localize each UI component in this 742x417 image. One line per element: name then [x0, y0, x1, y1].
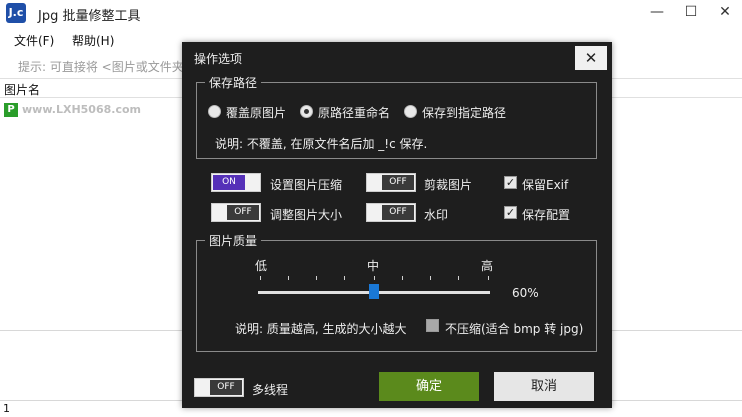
radio-rename[interactable]: 原路径重命名: [300, 104, 400, 120]
slider-tick: [430, 276, 431, 280]
quality-low-label: 低: [255, 259, 268, 273]
toggle-resize-state: OFF: [227, 205, 259, 220]
quality-legend: 图片质量: [205, 232, 262, 249]
toggle-compress[interactable]: ON: [211, 173, 261, 192]
slider-tick: [344, 276, 345, 280]
window-title: Jpg 批量修整工具: [38, 9, 141, 24]
cancel-button[interactable]: 取消: [494, 372, 594, 401]
toggle-resize-label: 调整图片大小: [270, 208, 343, 222]
toggle-watermark-state: OFF: [382, 205, 414, 220]
save-path-note: 说明: 不覆盖, 在原文件名后加 _!c 保存.: [215, 137, 428, 151]
radio-custom-path-dot: [404, 105, 417, 118]
checkbox-no-compress[interactable]: [426, 319, 439, 332]
slider-tick: [374, 276, 375, 280]
radio-overwrite-dot: [208, 105, 221, 118]
toggle-compress-state: ON: [213, 175, 245, 190]
slider-tick: [402, 276, 403, 280]
options-dialog: 操作选项 ✕ 保存路径 覆盖原图片 原路径重命名 保存到指定路径 说明: 不覆盖…: [182, 42, 612, 408]
watermark-badge: P: [4, 103, 18, 117]
dialog-title: 操作选项: [194, 52, 243, 66]
app-icon: J.c: [6, 3, 26, 23]
title-bar: J.c Jpg 批量修整工具 — ☐ ✕: [0, 0, 742, 26]
menu-file[interactable]: 文件(F): [14, 32, 54, 49]
drop-hint: 提示: 可直接将 <图片或文件夹: [18, 60, 184, 74]
close-window-button[interactable]: ✕: [712, 2, 738, 22]
save-path-group: 保存路径 覆盖原图片 原路径重命名 保存到指定路径 说明: 不覆盖, 在原文件名…: [196, 74, 597, 159]
radio-custom-path-label: 保存到指定路径: [422, 106, 507, 120]
toggle-resize[interactable]: OFF: [211, 203, 261, 222]
column-header-name[interactable]: 图片名: [4, 81, 40, 98]
minimize-button[interactable]: —: [644, 2, 670, 22]
checkbox-keep-exif[interactable]: ✓: [504, 176, 517, 189]
ok-button[interactable]: 确定: [379, 372, 479, 401]
slider-tick: [316, 276, 317, 280]
maximize-button[interactable]: ☐: [678, 2, 704, 22]
toggle-multithread[interactable]: OFF: [194, 378, 244, 397]
toggle-compress-label: 设置图片压缩: [270, 178, 343, 192]
slider-tick: [488, 276, 489, 280]
toggle-watermark[interactable]: OFF: [366, 203, 416, 222]
checkbox-save-config-label: 保存配置: [522, 208, 571, 222]
slider-tick: [288, 276, 289, 280]
quality-note: 说明: 质量越高, 生成的大小越大: [235, 322, 407, 336]
toggle-watermark-label: 水印: [424, 208, 449, 222]
toggle-crop-state: OFF: [382, 175, 414, 190]
watermark-text: www.LXH5068.com: [22, 103, 141, 116]
slider-tick: [260, 276, 261, 280]
quality-high-label: 高: [481, 259, 494, 273]
radio-rename-dot: [300, 105, 313, 118]
radio-rename-label: 原路径重命名: [318, 106, 391, 120]
dialog-close-button[interactable]: ✕: [575, 46, 607, 70]
quality-group: 图片质量 低 中 高 60% 说明: 质量越高, 生成的大小越大 不压缩(适合 …: [196, 232, 597, 352]
toggle-multithread-state: OFF: [210, 380, 242, 395]
radio-overwrite-label: 覆盖原图片: [226, 106, 287, 120]
checkbox-save-config[interactable]: ✓: [504, 206, 517, 219]
radio-overwrite[interactable]: 覆盖原图片: [208, 104, 298, 120]
save-path-legend: 保存路径: [205, 74, 262, 91]
slider-tick: [458, 276, 459, 280]
status-count: 1: [3, 402, 10, 415]
menu-help[interactable]: 帮助(H): [72, 32, 114, 49]
quality-slider-thumb[interactable]: [369, 284, 379, 299]
main-window: J.c Jpg 批量修整工具 — ☐ ✕ 文件(F) 帮助(H) 提示: 可直接…: [0, 0, 742, 417]
checkbox-keep-exif-label: 保留Exif: [522, 178, 569, 192]
checkbox-no-compress-label: 不压缩(适合 bmp 转 jpg): [445, 322, 584, 336]
quality-mid-label: 中: [367, 259, 380, 273]
toggle-multithread-label: 多线程: [252, 383, 289, 397]
radio-custom-path[interactable]: 保存到指定路径: [404, 104, 514, 120]
quality-value: 60%: [512, 286, 539, 300]
toggle-crop-label: 剪裁图片: [424, 178, 473, 192]
toggle-crop[interactable]: OFF: [366, 173, 416, 192]
